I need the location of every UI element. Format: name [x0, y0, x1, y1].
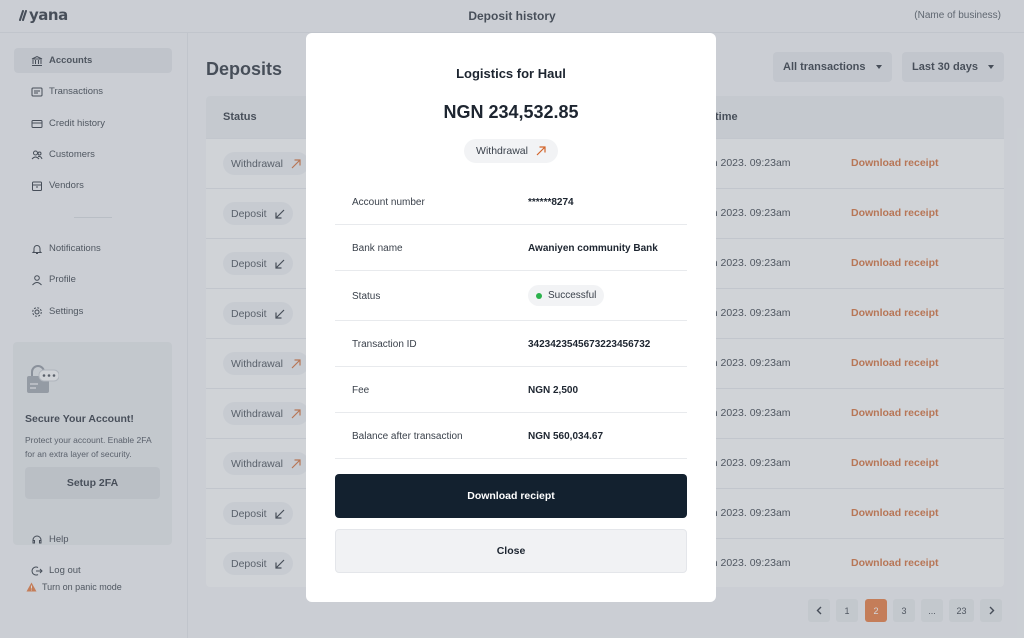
- arrow-up-right-icon: [536, 146, 546, 156]
- detail-value: 3423423545673223456732: [528, 339, 651, 350]
- transaction-amount: NGN 234,532.85: [443, 102, 579, 122]
- download-receipt-button[interactable]: Download reciept: [335, 474, 687, 518]
- detail-row-account-number: Account number ******8274: [335, 179, 687, 225]
- transaction-detail-modal: Logistics for Haul NGN 234,532.85 Withdr…: [306, 33, 716, 602]
- detail-row-balance: Balance after transaction NGN 560,034.67: [335, 413, 687, 459]
- detail-label: Transaction ID: [352, 339, 417, 350]
- detail-value: NGN 560,034.67: [528, 431, 604, 442]
- detail-value: ******8274: [528, 197, 574, 208]
- status-badge: Successful: [528, 285, 605, 306]
- modal-title: Logistics for Haul: [456, 66, 566, 81]
- detail-label: Status: [352, 291, 381, 302]
- detail-row-bank-name: Bank name Awaniyen community Bank: [335, 225, 687, 271]
- detail-value: Awaniyen community Bank: [528, 243, 658, 254]
- detail-value: NGN 2,500: [528, 385, 579, 396]
- detail-row-transaction-id: Transaction ID 3423423545673223456732: [335, 321, 687, 367]
- detail-label: Account number: [352, 197, 425, 208]
- transaction-type-badge: Withdrawal: [464, 139, 558, 163]
- detail-label: Balance after transaction: [352, 431, 463, 442]
- detail-row-fee: Fee NGN 2,500: [335, 367, 687, 413]
- detail-row-status: Status Successful: [335, 271, 687, 321]
- close-button[interactable]: Close: [335, 529, 687, 573]
- success-dot-icon: [536, 292, 542, 299]
- status-value: Successful: [548, 290, 597, 301]
- detail-label: Fee: [352, 385, 370, 396]
- detail-label: Bank name: [352, 243, 403, 254]
- transaction-type-label: Withdrawal: [476, 145, 528, 157]
